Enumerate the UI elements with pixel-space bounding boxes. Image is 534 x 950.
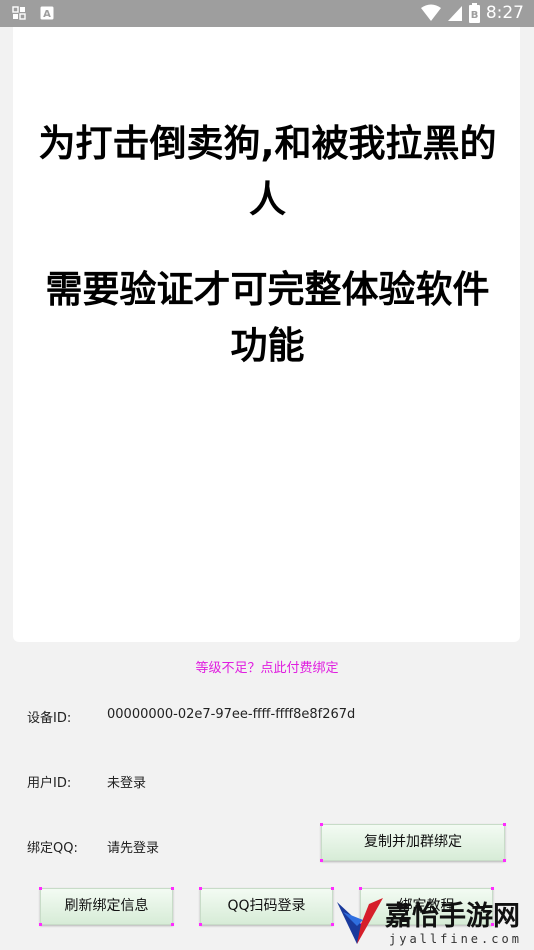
cell-signal-icon — [447, 6, 462, 21]
screenshot-app-icon — [12, 6, 26, 20]
copy-join-group-button[interactable]: 复制并加群绑定 — [320, 823, 506, 862]
bind-qq-value: 请先登录 — [107, 841, 160, 856]
svg-text:A: A — [43, 9, 51, 20]
svg-text:B: B — [471, 10, 479, 21]
watermark-subtext: jyallfine.com — [389, 932, 522, 946]
notice-line-1: 为打击倒卖狗,和被我拉黑的人 — [38, 122, 497, 221]
watermark-text: 嘉怡手游网 — [385, 901, 520, 932]
refresh-bind-info-button[interactable]: 刷新绑定信息 — [39, 887, 174, 926]
status-bar: A B 8:27 — [0, 0, 534, 27]
site-watermark: 嘉怡手游网 jyallfine.com — [335, 894, 534, 950]
user-id-label: 用户ID: — [27, 776, 72, 791]
clock: 8:27 — [485, 3, 524, 23]
device-id-label: 设备ID: — [27, 711, 72, 726]
user-id-value: 未登录 — [107, 776, 147, 791]
watermark-logo-icon — [337, 898, 383, 944]
keyboard-a-icon: A — [40, 6, 54, 20]
qq-scan-login-button-label: QQ扫码登录 — [227, 898, 306, 914]
notice-line-2: 需要验证才可完整体验软件功能 — [45, 268, 490, 367]
status-bar-notifications: A — [12, 6, 54, 20]
qq-scan-login-button[interactable]: QQ扫码登录 — [199, 887, 334, 926]
bind-qq-label: 绑定QQ: — [27, 841, 78, 856]
device-id-value: 00000000-02e7-97ee-ffff-ffff8e8f267d — [107, 707, 356, 722]
battery-icon: B — [468, 3, 480, 23]
wifi-icon — [420, 4, 441, 21]
copy-join-group-button-label: 复制并加群绑定 — [364, 834, 462, 850]
status-bar-system: B 8:27 — [420, 3, 524, 23]
pay-bind-link[interactable]: 等级不足？点此付费绑定 — [0, 657, 534, 676]
refresh-bind-info-button-label: 刷新绑定信息 — [64, 898, 149, 914]
